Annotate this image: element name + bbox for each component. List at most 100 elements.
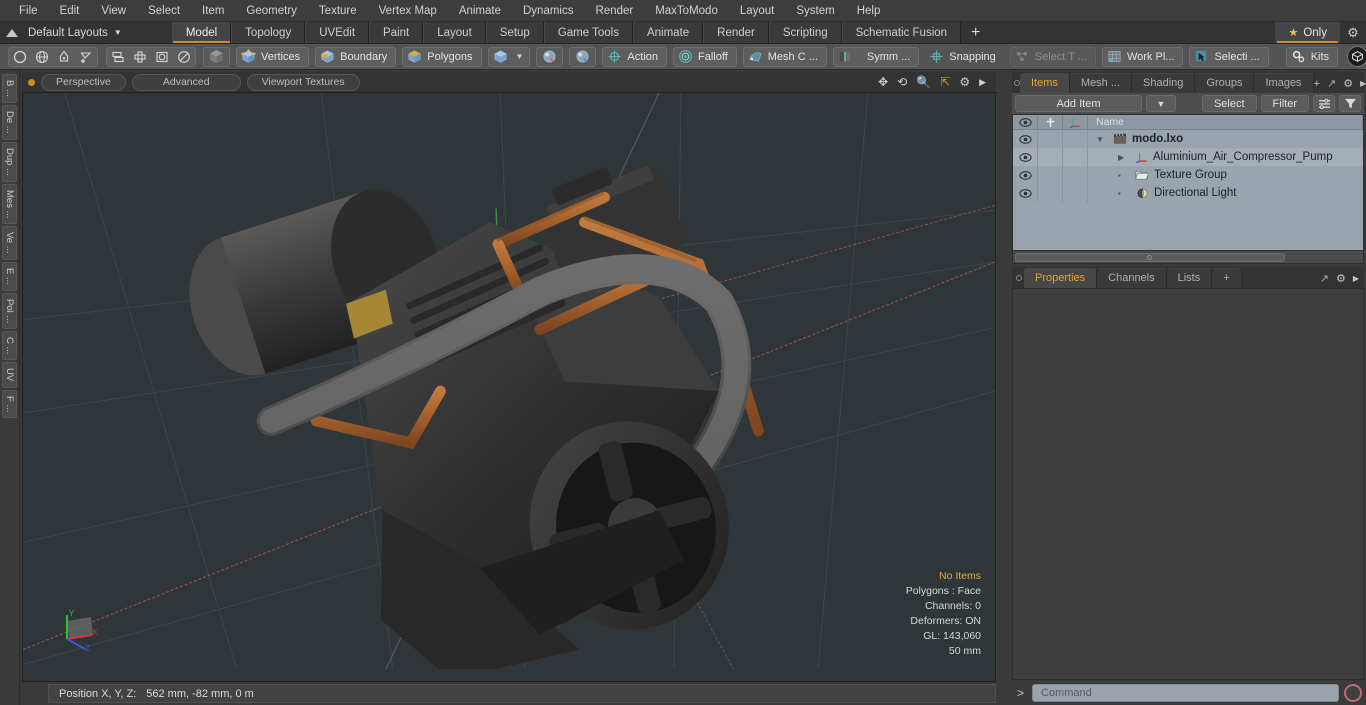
menu-item-select[interactable]: Select [137,0,191,22]
tab-animate[interactable]: Animate [632,22,704,43]
move-icon[interactable]: ✥ [878,76,888,88]
menu-item-file[interactable]: File [8,0,49,22]
command-input[interactable]: Command [1032,684,1339,702]
tab-scripting[interactable]: Scripting [768,22,842,43]
menu-item-view[interactable]: View [90,0,137,22]
fit-icon[interactable]: ⇱ [940,76,950,88]
eye-icon[interactable] [1013,130,1038,148]
properties-tab-lists[interactable]: Lists [1166,268,1213,288]
item-row-name[interactable]: ▪ Directional Light [1088,187,1363,199]
menu-item-layout[interactable]: Layout [729,0,786,22]
only-toggle-button[interactable]: ★ Only [1275,22,1340,43]
menu-item-system[interactable]: System [785,0,845,22]
panel-tab-images[interactable]: Images [1254,73,1314,93]
tool-mesh-constraint[interactable]: Mesh C ... [742,46,827,67]
rotate-icon[interactable]: ⟲ [897,76,907,88]
globe-icon[interactable] [31,48,53,66]
circle-icon[interactable] [9,48,31,66]
table-row[interactable]: ▪ Directional Light [1013,184,1363,202]
tool-action[interactable]: Action [602,46,667,67]
properties-tab-channels[interactable]: Channels [1097,268,1167,288]
add-item-dropdown[interactable]: ▼ [1145,95,1176,112]
tool-work-plane[interactable]: Work Pl... [1101,46,1184,67]
ellipse-icon[interactable] [173,48,195,66]
tab-paint[interactable]: Paint [369,22,424,43]
play-icon[interactable]: ▶ [1353,274,1359,283]
hscroll-thumb[interactable] [1015,252,1285,262]
select-mode-polygons[interactable]: Polygons [402,46,482,67]
eye-icon[interactable] [1013,166,1038,184]
properties-tab--[interactable]: + [1212,268,1242,288]
menu-item-help[interactable]: Help [846,0,892,22]
pen-icon[interactable] [53,48,75,66]
menu-item-item[interactable]: Item [191,0,235,22]
play-icon[interactable]: ▶ [979,76,986,88]
expanded-triangle-icon[interactable]: ▼ [1096,135,1108,144]
record-circle-icon[interactable] [1344,684,1362,702]
left-tab-0[interactable]: B ... [2,74,17,103]
list-options-icon[interactable] [1313,95,1335,112]
left-tab-8[interactable]: UV [2,362,17,388]
left-tab-7[interactable]: C ... [2,330,17,361]
default-layouts-dropdown[interactable]: Default Layouts ▼ [0,22,132,43]
lock-cell[interactable] [1038,130,1063,148]
axis-cell[interactable] [1063,184,1088,202]
tool-kits[interactable]: Kits [1285,46,1339,67]
collapsed-triangle-icon[interactable]: ▶ [1118,153,1130,162]
lock-cell[interactable] [1038,166,1063,184]
gear-icon[interactable]: ⚙ [1340,22,1366,43]
menu-item-render[interactable]: Render [584,0,644,22]
modo-cube-icon[interactable] [1347,46,1366,67]
filter-button[interactable]: Filter [1260,95,1309,112]
menu-item-dynamics[interactable]: Dynamics [512,0,584,22]
select-button[interactable]: Select [1201,95,1257,112]
table-row[interactable]: ▼ modo.lxo [1013,130,1363,148]
panel-tab-items[interactable]: Items [1020,73,1070,93]
item-row-name[interactable]: ▶ Aluminium_Air_Compressor_Pump [1088,151,1363,163]
action-preset-button[interactable] [569,46,597,67]
axis-cell[interactable] [1063,166,1088,184]
left-tab-1[interactable]: De ... [2,104,17,140]
menu-item-maxtomodo[interactable]: MaxToModo [644,0,729,22]
tool-selection-set[interactable]: Selecti ... [1189,46,1269,67]
item-row-name[interactable]: ▼ modo.lxo [1088,133,1363,145]
lock-cell[interactable] [1038,148,1063,166]
menu-item-texture[interactable]: Texture [308,0,368,22]
left-tab-5[interactable]: E ... [2,261,17,291]
left-tab-3[interactable]: Mes ... [2,183,17,225]
item-tree-rows[interactable]: ▼ modo.lxo ▶ Aluminium_Air_Compressor_Pump ▪… [1013,130,1363,250]
stack-icon[interactable] [107,48,129,66]
tab-game-tools[interactable]: Game Tools [543,22,633,43]
add-panel-icon[interactable]: + [1314,78,1320,90]
eye-icon[interactable] [1013,148,1038,166]
menu-item-geometry[interactable]: Geometry [235,0,308,22]
item-tree[interactable]: Name ▼ modo.lxo ▶ Aluminium_Air_Compressor_… [1012,114,1364,264]
panel-tab-mesh-[interactable]: Mesh ... [1069,73,1133,93]
play-icon[interactable]: ▶ [1360,79,1366,88]
tab-uvedit[interactable]: UVEdit [305,22,370,43]
eye-icon[interactable] [1013,184,1038,202]
popout-icon[interactable]: ↗ [1320,272,1329,285]
left-tab-6[interactable]: Pol ... [2,292,17,329]
left-tab-9[interactable]: F ... [2,389,17,418]
tool-snapping[interactable]: Snapping [925,47,1004,67]
menu-item-animate[interactable]: Animate [448,0,512,22]
item-tree-hscrollbar[interactable] [1013,250,1363,263]
select-mode-boundary[interactable]: Boundary [315,46,397,67]
item-row-name[interactable]: ▪ Texture Group [1088,169,1363,181]
falloff-preset-button[interactable] [536,46,564,67]
tab-setup[interactable]: Setup [485,22,544,43]
solo-cube-button[interactable] [203,46,230,67]
filter-funnel-icon[interactable] [1339,95,1361,112]
panel-tab-shading[interactable]: Shading [1132,73,1196,93]
viewport-3d[interactable]: -Z [22,92,996,682]
panel-tab-groups[interactable]: Groups [1195,73,1255,93]
zoom-icon[interactable]: 🔍 [916,76,931,88]
properties-content[interactable] [1012,288,1364,680]
select-mode-dropdown[interactable]: ▼ [487,46,531,67]
lasso-icon[interactable] [75,48,97,66]
tool-select-through[interactable]: Select T ... [1009,46,1096,67]
tool-falloff[interactable]: Falloff [673,46,737,67]
tab-schematic-fusion[interactable]: Schematic Fusion [841,22,962,43]
add-item-button[interactable]: Add Item [1015,95,1142,112]
